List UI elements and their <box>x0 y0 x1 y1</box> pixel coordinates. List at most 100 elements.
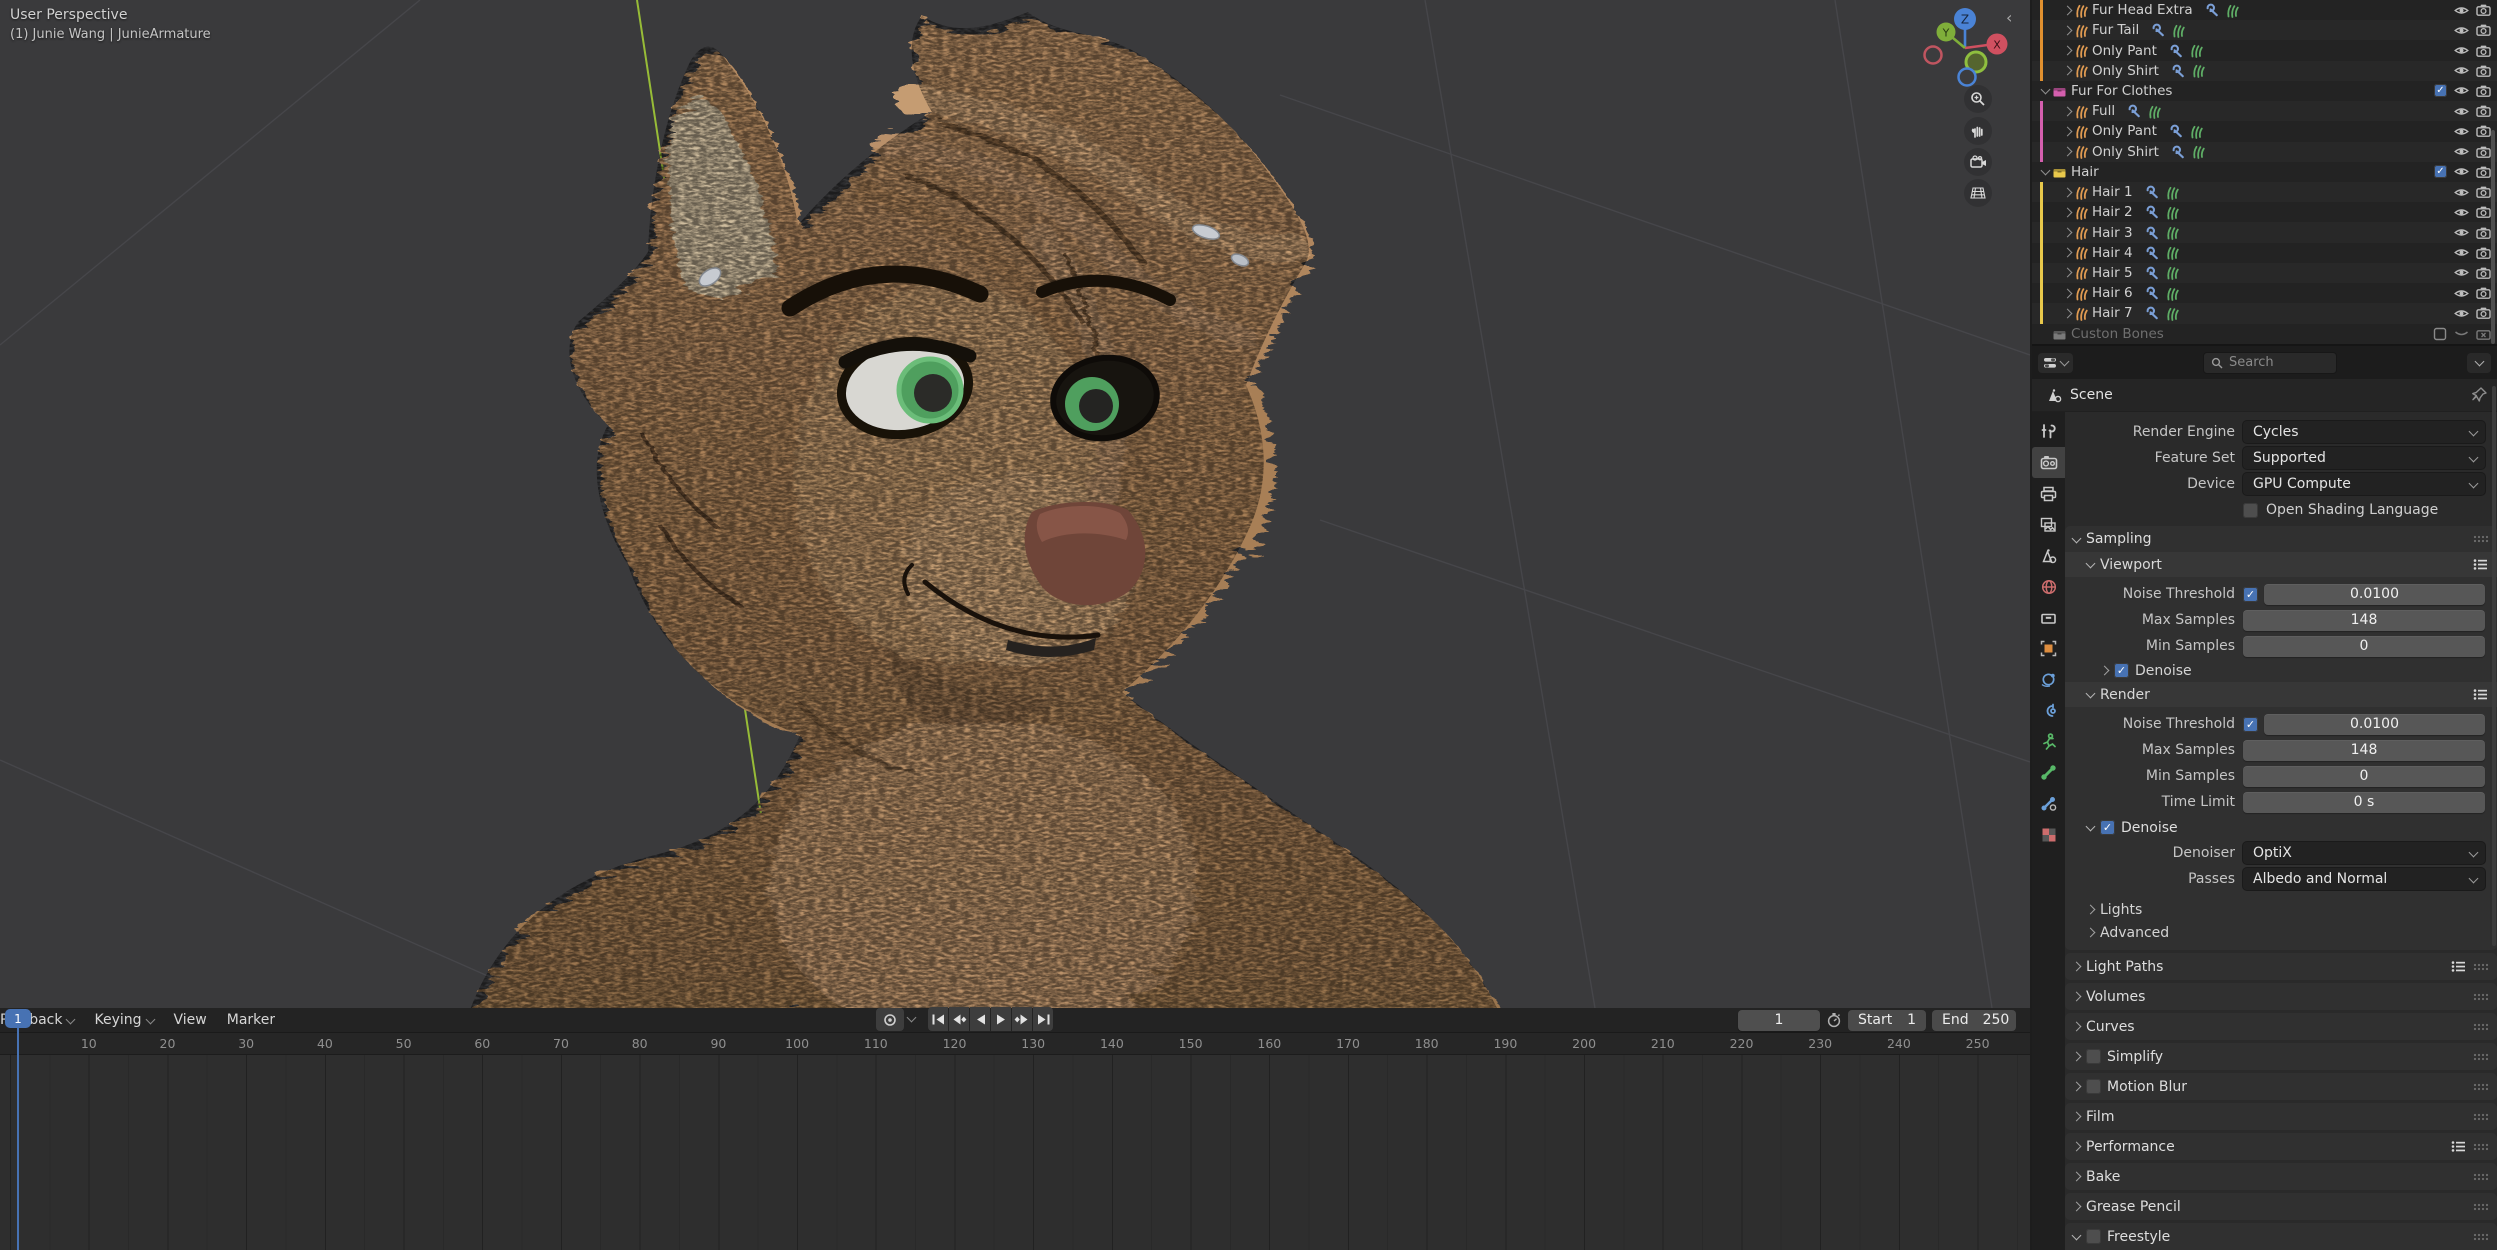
panel-bake[interactable]: Bake <box>2065 1163 2497 1190</box>
chevron-right-icon[interactable] <box>2060 25 2074 36</box>
tab-texture[interactable] <box>2032 819 2065 850</box>
eye-icon[interactable] <box>2454 85 2469 96</box>
particles-modifier-icon[interactable] <box>2225 3 2239 18</box>
chevron-right-icon[interactable] <box>2060 207 2074 218</box>
menu-keying[interactable]: Keying <box>94 1012 155 1028</box>
modifier-wrench-icon[interactable] <box>2171 64 2185 78</box>
camera-icon[interactable] <box>2476 125 2491 138</box>
modifier-wrench-icon[interactable] <box>2205 3 2219 17</box>
tab-constraints[interactable] <box>2032 695 2065 726</box>
panel-grease-pencil[interactable]: Grease Pencil <box>2065 1193 2497 1220</box>
outliner-item-label[interactable]: Only Shirt <box>2092 144 2159 160</box>
drag-grip-icon[interactable] <box>2473 534 2489 544</box>
start-frame-button[interactable]: Start 1 <box>1848 1009 1926 1031</box>
max-samples-field[interactable]: 148 <box>2243 609 2485 631</box>
outliner-row[interactable]: Hair ✓ <box>2032 162 2497 182</box>
presets-icon[interactable] <box>2450 1139 2467 1154</box>
presets-icon[interactable] <box>2450 959 2467 974</box>
panel-motion-blur[interactable]: Motion Blur <box>2065 1073 2497 1100</box>
viewport-subpanel-header[interactable]: Viewport <box>2065 552 2497 577</box>
eye-icon[interactable] <box>2454 25 2469 36</box>
drag-grip-icon[interactable] <box>2473 1112 2489 1122</box>
outliner-row[interactable]: Hair 7 <box>2032 303 2497 324</box>
outliner-row[interactable]: Only Pant <box>2032 121 2497 142</box>
camera-icon[interactable] <box>2476 247 2491 259</box>
sampling-panel-header[interactable]: Sampling <box>2065 526 2497 552</box>
denoiser-dropdown[interactable]: OptiX <box>2243 842 2485 864</box>
orthographic-toggle-button[interactable] <box>1964 179 1992 207</box>
camera-icon[interactable] <box>2476 24 2491 37</box>
eye-icon[interactable] <box>2454 65 2469 76</box>
outliner-item-label[interactable]: Hair 2 <box>2092 204 2133 220</box>
eye-icon[interactable] <box>2454 126 2469 137</box>
lights-collapsed-panel[interactable]: Lights <box>2065 898 2497 921</box>
particles-modifier-icon[interactable] <box>2165 306 2179 321</box>
osl-checkbox[interactable] <box>2243 502 2258 518</box>
outliner-scrollbar[interactable] <box>2491 130 2495 344</box>
tab-render[interactable] <box>2032 447 2065 478</box>
menu-view[interactable]: View <box>174 1012 207 1028</box>
pin-icon[interactable] <box>2471 387 2487 403</box>
collection-checkbox[interactable]: ✓ <box>2434 84 2447 98</box>
outliner-item-label[interactable]: Hair 7 <box>2092 305 2133 321</box>
panel-film[interactable]: Film <box>2065 1103 2497 1130</box>
panel-checkbox[interactable] <box>2086 1049 2101 1064</box>
modifier-wrench-icon[interactable] <box>2171 145 2185 159</box>
camera-icon[interactable] <box>2476 4 2491 17</box>
outliner-item-label[interactable]: Hair 1 <box>2092 184 2133 200</box>
camera-icon[interactable] <box>2476 287 2491 300</box>
chevron-right-icon[interactable] <box>2060 126 2074 137</box>
drag-grip-icon[interactable] <box>2473 1022 2489 1032</box>
render-engine-dropdown[interactable]: Cycles <box>2243 421 2485 443</box>
chevron-down-icon[interactable] <box>2038 165 2052 176</box>
chevron-right-icon[interactable] <box>2060 187 2074 198</box>
outliner-row[interactable]: Hair 1 <box>2032 181 2497 203</box>
eye-icon[interactable] <box>2454 45 2469 56</box>
presets-icon[interactable] <box>2472 557 2489 572</box>
outliner-row[interactable]: Hair 4 <box>2032 242 2497 263</box>
denoise-checkbox[interactable]: ✓ <box>2100 820 2115 835</box>
current-frame-field[interactable]: 1 <box>1738 1009 1820 1031</box>
modifier-wrench-icon[interactable] <box>2151 23 2165 37</box>
camera-icon[interactable] <box>2476 307 2491 320</box>
panel-checkbox[interactable] <box>2086 1079 2101 1094</box>
camera-icon[interactable] <box>2476 206 2491 219</box>
particles-modifier-icon[interactable] <box>2165 185 2179 200</box>
eye-icon[interactable] <box>2454 5 2469 16</box>
modifier-wrench-icon[interactable] <box>2145 266 2159 280</box>
eye-icon[interactable] <box>2454 207 2469 218</box>
navigation-gizmo[interactable]: Z Y X <box>1922 4 2008 90</box>
outliner-item-label[interactable]: Fur Tail <box>2092 22 2139 38</box>
tab-bone-constraint[interactable] <box>2032 788 2065 819</box>
outliner-item-label[interactable]: Full <box>2092 103 2115 119</box>
eye-icon[interactable] <box>2454 247 2469 258</box>
chevron-right-icon[interactable] <box>2060 65 2074 76</box>
modifier-wrench-icon[interactable] <box>2145 185 2159 199</box>
particles-modifier-icon[interactable] <box>2191 144 2205 160</box>
feature-set-dropdown[interactable]: Supported <box>2243 447 2485 469</box>
panel-volumes[interactable]: Volumes <box>2065 983 2497 1010</box>
render-subpanel-header[interactable]: Render <box>2065 682 2497 707</box>
outliner-item-label[interactable]: Hair 4 <box>2092 245 2133 261</box>
outliner-row[interactable]: Fur Tail <box>2032 20 2497 41</box>
particles-modifier-icon[interactable] <box>2165 205 2179 220</box>
camera-icon[interactable] <box>2476 45 2491 57</box>
header-options-button[interactable] <box>2467 352 2491 373</box>
modifier-wrench-icon[interactable] <box>2127 104 2141 118</box>
time-limit-field[interactable]: 0 s <box>2243 791 2485 813</box>
chevron-right-icon[interactable] <box>2060 288 2074 299</box>
camera-icon[interactable] <box>2476 166 2491 178</box>
outliner-item-label[interactable]: Hair <box>2071 164 2099 180</box>
playhead-line[interactable] <box>16 1028 19 1250</box>
advanced-collapsed-panel[interactable]: Advanced <box>2065 921 2497 950</box>
eye-icon[interactable] <box>2454 106 2469 117</box>
tab-view-layer[interactable] <box>2032 509 2065 540</box>
panel-performance[interactable]: Performance <box>2065 1133 2497 1160</box>
drag-grip-icon[interactable] <box>2473 962 2489 972</box>
tab-physics[interactable] <box>2032 664 2065 695</box>
stopwatch-icon[interactable] <box>1826 1012 1842 1028</box>
camera-icon[interactable] <box>2476 85 2491 97</box>
noise-threshold-field[interactable]: 0.0100 <box>2264 583 2485 605</box>
particles-modifier-icon[interactable] <box>2165 225 2179 240</box>
modifier-wrench-icon[interactable] <box>2145 246 2159 260</box>
